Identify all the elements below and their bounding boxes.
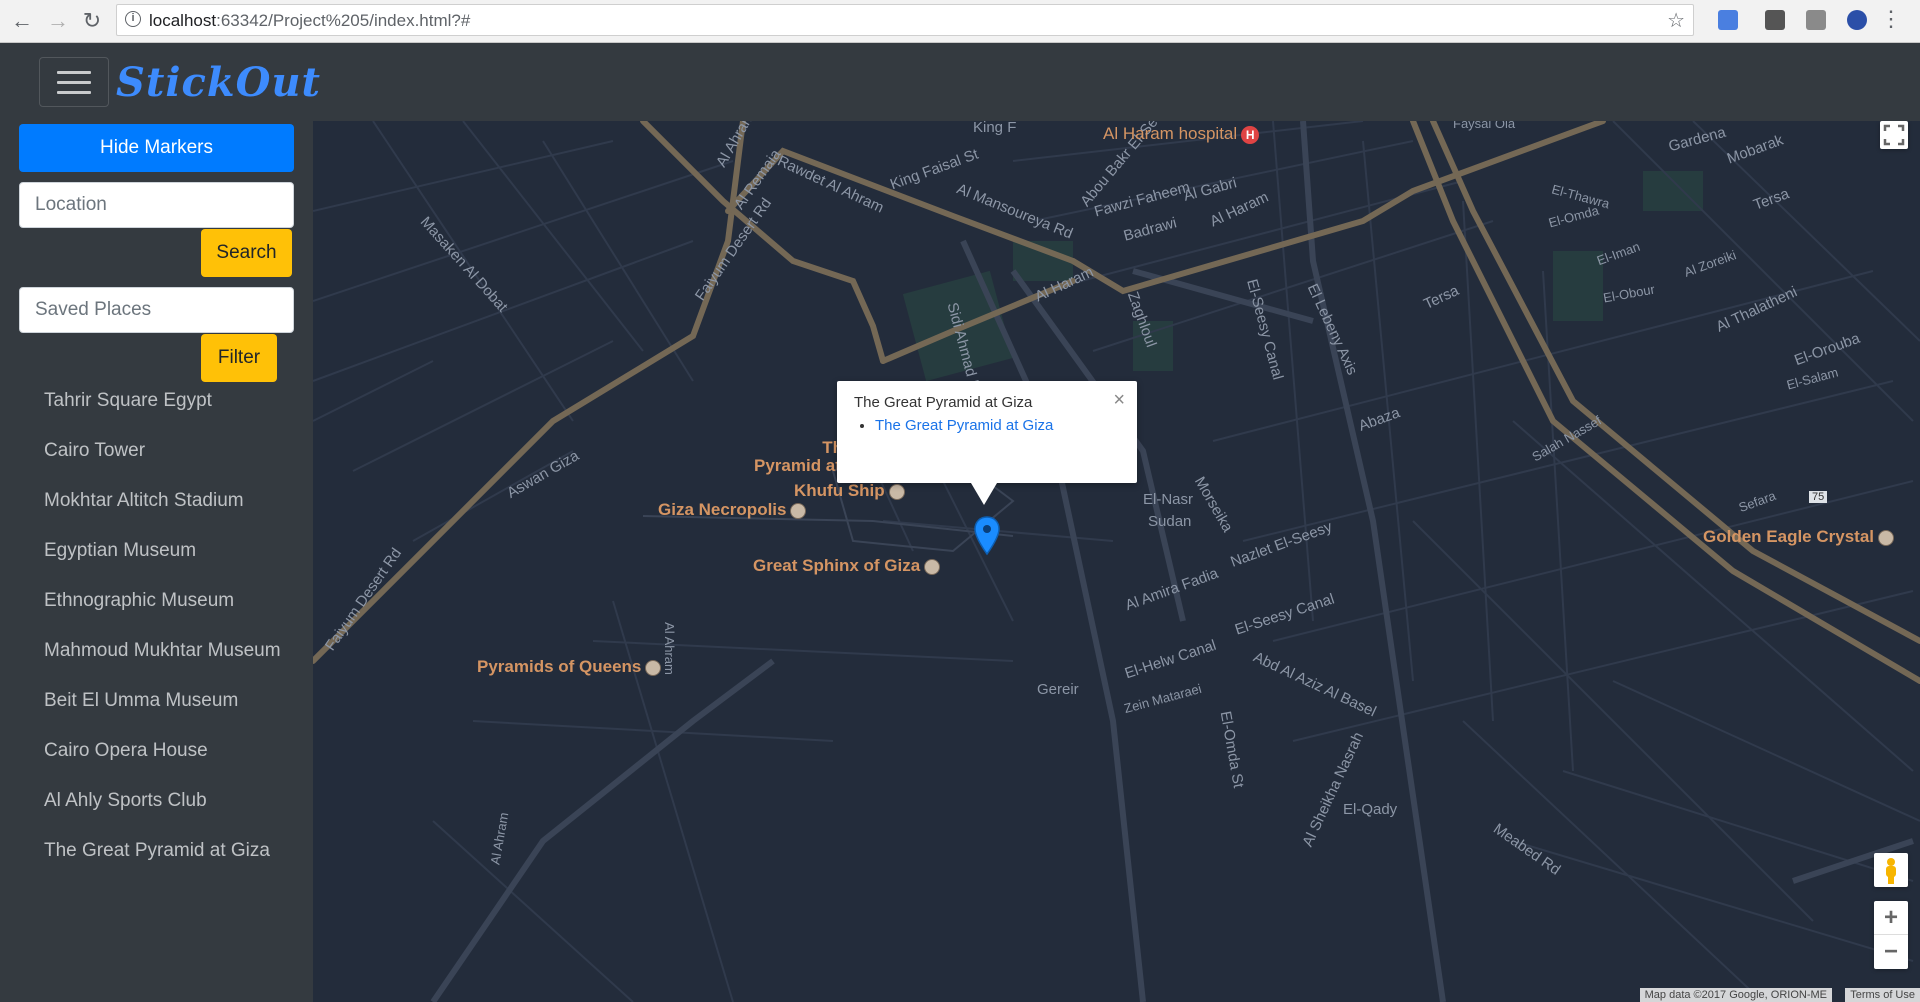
url-host: localhost [149,11,217,30]
translate-extension-icon[interactable] [1718,10,1738,30]
hide-markers-button[interactable]: Hide Markers [19,124,294,172]
browser-toolbar: ← → ↻ i localhost:63342/Project%205/inde… [0,0,1920,43]
khufu-ship-poi[interactable]: Khufu Ship [794,481,905,501]
info-window-title: The Great Pyramid at Giza [854,394,1033,411]
url-path: :63342/Project%205/index.html?# [216,11,471,30]
street-label: Gereir [1037,681,1079,698]
info-window-tail [971,483,997,505]
map-canvas[interactable]: Al Ahram Al Remaia Rawdet Al Ahram King … [313,121,1920,1002]
hospital-icon: H [1241,125,1260,144]
reload-icon[interactable]: ↻ [78,7,106,35]
camera-extension-icon[interactable] [1806,10,1826,30]
giza-necropolis-poi[interactable]: Giza Necropolis [658,500,807,520]
globe-extension-icon[interactable] [1847,10,1867,30]
monument-icon [924,558,941,575]
zoom-control: + − [1874,901,1908,969]
map-background [313,121,1920,1002]
shop-icon [1878,529,1894,546]
museum-icon [888,483,905,500]
poi-label: Giza Necropolis [658,500,787,519]
zoom-out-button[interactable]: − [1874,935,1908,968]
pyramids-of-queens-poi[interactable]: Pyramids of Queens [477,657,662,677]
info-window-link[interactable]: The Great Pyramid at Giza [875,417,1053,434]
poi-label: Khufu Ship [794,481,885,500]
list-item[interactable]: Egyptian Museum [0,526,313,576]
search-button[interactable]: Search [201,229,292,277]
street-label: El-Nasr [1143,491,1194,508]
terms-of-use-link[interactable]: Terms of Use [1845,988,1920,1002]
location-input[interactable] [19,182,294,228]
list-item[interactable]: Tahrir Square Egypt [0,376,313,426]
address-bar[interactable]: i localhost:63342/Project%205/index.html… [116,4,1694,36]
close-icon[interactable]: × [1113,389,1125,412]
museum-icon [790,502,807,519]
list-item[interactable]: Al Ahly Sports Club [0,776,313,826]
poi-label: Al Haram hospital [1103,124,1238,143]
list-item[interactable]: Ethnographic Museum [0,576,313,626]
map-pin-icon[interactable] [974,516,1000,556]
list-item[interactable]: Beit El Umma Museum [0,676,313,726]
street-label: King F [973,121,1017,136]
browser-menu-icon[interactable]: ⋮ [1880,8,1902,30]
info-icon[interactable]: i [125,11,141,27]
map-attribution: Map data ©2017 Google, ORION-ME [1639,988,1832,1002]
fullscreen-icon[interactable] [1880,121,1908,149]
poi-label: Great Sphinx of Giza [753,556,921,575]
list-item[interactable]: The Great Pyramid at Giza [0,826,313,876]
places-list: Tahrir Square Egypt Cairo Tower Mokhtar … [0,376,313,876]
url-text: localhost:63342/Project%205/index.html?# [149,11,470,31]
extension-icon[interactable] [1765,10,1785,30]
poi-label: Golden Eagle Crystal [1703,527,1874,546]
route-shield: 75 [1809,491,1828,503]
list-item[interactable]: Cairo Tower [0,426,313,476]
saved-places-input[interactable] [19,287,294,333]
sidebar: Hide Markers Search Filter Tahrir Square… [0,121,313,1002]
filter-button[interactable]: Filter [201,334,277,382]
bookmark-star-icon[interactable]: ☆ [1667,8,1685,33]
zoom-in-button[interactable]: + [1874,901,1908,935]
hospital-poi[interactable]: Al Haram hospital H [1103,124,1260,144]
list-item[interactable]: Cairo Opera House [0,726,313,776]
list-item[interactable]: Mahmoud Mukhtar Museum [0,626,313,676]
list-item[interactable]: Mokhtar Altitch Stadium [0,476,313,526]
brand-logo[interactable]: StickOut [116,59,321,106]
app-navbar: StickOut [0,43,1920,121]
back-arrow-icon[interactable]: ← [8,7,36,35]
street-label: Faysal Ola [1453,121,1516,131]
info-window: The Great Pyramid at Giza × The Great Py… [837,381,1137,505]
museum-icon [645,659,662,676]
golden-eagle-poi[interactable]: Golden Eagle Crystal [1703,527,1894,547]
street-label: Al Ahram [661,622,677,675]
street-view-pegman-icon[interactable] [1874,853,1908,887]
poi-label: Pyramids of Queens [477,657,642,676]
forward-arrow-icon[interactable]: → [44,7,72,35]
great-sphinx-poi[interactable]: Great Sphinx of Giza [753,556,941,576]
hamburger-menu-icon[interactable] [39,57,109,107]
street-label: El-Qady [1343,801,1398,818]
list-item: The Great Pyramid at Giza [875,417,1053,434]
info-window-list: The Great Pyramid at Giza [875,417,1053,434]
street-label: Sudan [1148,513,1192,530]
